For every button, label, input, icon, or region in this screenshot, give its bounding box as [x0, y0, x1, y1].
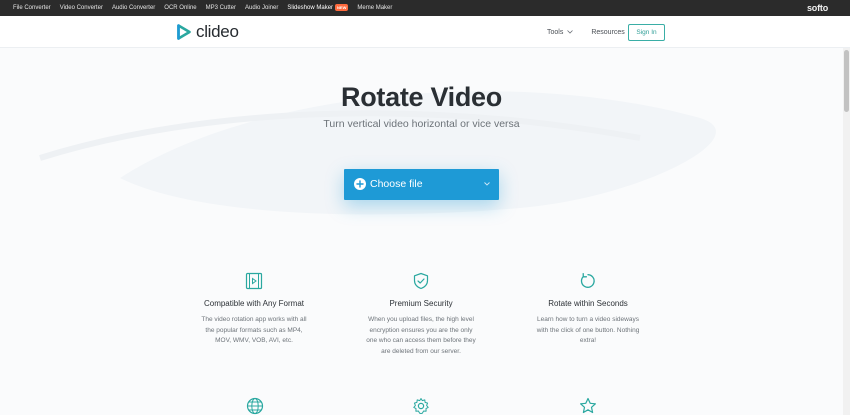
- feature-description: Learn how to turn a video sideways with …: [536, 316, 640, 345]
- gear-icon: [413, 398, 429, 414]
- top-bar: File Converter Video Converter Audio Con…: [0, 0, 850, 16]
- main-nav: Tools Resources: [547, 24, 625, 40]
- top-link-audio-joiner[interactable]: Audio Joiner: [245, 0, 278, 16]
- feature-any-format: Compatible with Any Format The video rot…: [179, 272, 329, 347]
- feature-description: When you upload files, the high level en…: [366, 316, 476, 355]
- nav-tools-label: Tools: [547, 28, 564, 36]
- softo-brand-logo[interactable]: softo: [807, 0, 828, 16]
- clideo-play-icon: [177, 24, 191, 40]
- top-bar-links: File Converter Video Converter Audio Con…: [13, 0, 392, 16]
- choose-file-button[interactable]: Choose file: [344, 169, 499, 200]
- rotate-icon: [580, 272, 595, 288]
- page-title: Rotate Video: [341, 82, 502, 112]
- shield-check-icon: [413, 272, 429, 290]
- top-link-mp3-cutter[interactable]: MP3 Cutter: [206, 0, 236, 16]
- chevron-down-icon: [567, 30, 574, 34]
- feature-rotate-seconds: Rotate within Seconds Learn how to turn …: [513, 272, 663, 347]
- top-link-audio-converter[interactable]: Audio Converter: [112, 0, 155, 16]
- logo-text: clideo: [196, 22, 239, 41]
- feature-description: The video rotation app works with all th…: [201, 316, 307, 345]
- feature-title: Compatible with Any Format: [203, 299, 305, 308]
- chevron-down-icon[interactable]: [484, 182, 490, 186]
- feature-title: Rotate within Seconds: [548, 299, 628, 308]
- nav-resources[interactable]: Resources: [591, 29, 624, 36]
- top-link-file-converter[interactable]: File Converter: [13, 0, 51, 16]
- choose-file-label: Choose file: [370, 178, 423, 190]
- new-badge: NEW: [335, 3, 349, 11]
- feature-title: Premium Security: [389, 299, 453, 308]
- site-header: clideo Tools Resources: [0, 16, 850, 48]
- clideo-logo[interactable]: clideo: [177, 22, 239, 42]
- feature-premium-security: Premium Security When you upload files, …: [346, 272, 496, 357]
- sign-in-button[interactable]: Sign In: [628, 24, 665, 41]
- scrollbar-thumb[interactable]: [844, 50, 849, 112]
- page-subtitle: Turn vertical video horizontal or vice v…: [323, 118, 520, 130]
- top-link-ocr-online[interactable]: OCR Online: [164, 0, 196, 16]
- nav-tools[interactable]: Tools: [547, 28, 574, 36]
- top-link-meme-maker[interactable]: Meme Maker: [357, 0, 392, 16]
- plus-circle-icon: [354, 178, 366, 190]
- top-link-slideshow-maker[interactable]: Slideshow Maker NEW: [287, 0, 349, 16]
- star-icon: [580, 397, 596, 414]
- top-link-slideshow-maker-label: Slideshow Maker: [287, 5, 334, 11]
- top-link-video-converter[interactable]: Video Converter: [60, 0, 103, 16]
- globe-icon: [246, 397, 264, 415]
- page-scrollbar[interactable]: [843, 48, 850, 415]
- video-file-icon: [245, 272, 263, 290]
